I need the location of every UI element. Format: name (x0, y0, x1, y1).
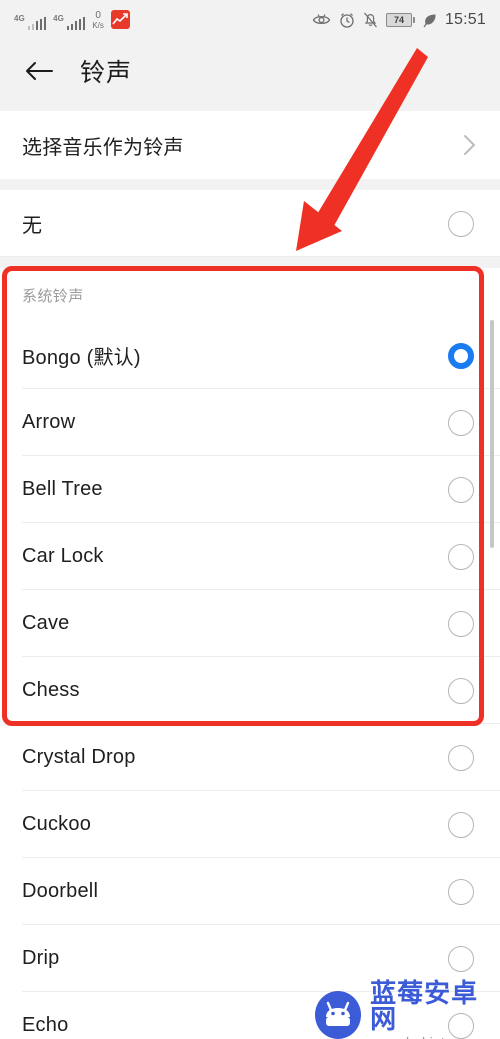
radio-ringtone-0[interactable] (448, 342, 474, 369)
phone-screen: 4G 4G 0 K/s 74 15:51 铃声 选择音乐作为铃声 无 系统铃声 … (0, 0, 500, 1039)
section-gap-system (0, 257, 500, 268)
section-gap-top (0, 102, 500, 111)
row-pick-music-label: 选择音乐作为铃声 (22, 136, 184, 159)
radio-ringtone-5[interactable] (448, 677, 474, 704)
ringtone-row-8[interactable]: Doorbell (0, 858, 500, 925)
network-speed-value: 0 (95, 10, 101, 21)
battery-icon: 74 (385, 13, 415, 27)
radio-ringtone-3[interactable] (448, 543, 474, 570)
ringtone-label-8: Doorbell (22, 880, 99, 902)
watermark-url: www.lmkjst.com (370, 1035, 500, 1039)
ringtone-label-2: Bell Tree (22, 478, 103, 500)
radio-ringtone-9[interactable] (448, 945, 474, 972)
ringtone-row-5[interactable]: Chess (0, 657, 500, 724)
section-header-system-ringtones: 系统铃声 (0, 268, 500, 322)
ringtone-label-0: Bongo (默认) (22, 347, 141, 369)
ringtone-row-1[interactable]: Arrow (0, 389, 500, 456)
radio-ringtone-7[interactable] (448, 811, 474, 838)
ringtone-row-0[interactable]: Bongo (默认) (0, 322, 500, 389)
signal-bars-sim1 (27, 17, 47, 30)
battery-percent-label: 74 (393, 14, 404, 25)
alarm-icon (339, 12, 355, 28)
network-type-label-sim2: 4G (53, 14, 64, 23)
site-watermark: 蓝莓安卓网 www.lmkjst.com (315, 980, 500, 1039)
ringtone-label-7: Cuckoo (22, 813, 92, 835)
status-bar-right: 74 15:51 (312, 11, 486, 29)
app-bar: 铃声 (0, 40, 500, 102)
eye-icon (312, 13, 331, 27)
status-bar: 4G 4G 0 K/s 74 15:51 (0, 0, 500, 40)
ringtone-row-7[interactable]: Cuckoo (0, 791, 500, 858)
section-gap-middle (0, 179, 500, 190)
ringtone-row-6[interactable]: Crystal Drop (0, 724, 500, 791)
bell-muted-icon (363, 12, 378, 28)
ringtone-label-4: Cave (22, 612, 70, 634)
status-bar-left: 4G 4G 0 K/s (14, 10, 130, 30)
ringtone-label-9: Drip (22, 947, 60, 969)
radio-ringtone-2[interactable] (448, 476, 474, 503)
radio-none[interactable] (448, 210, 474, 237)
ringtone-row-4[interactable]: Cave (0, 590, 500, 657)
ringtone-label-5: Chess (22, 679, 80, 701)
radio-ringtone-8[interactable] (448, 878, 474, 905)
back-arrow-icon[interactable] (22, 54, 56, 88)
radio-ringtone-1[interactable] (448, 409, 474, 436)
chevron-right-icon (463, 134, 476, 156)
row-none[interactable]: 无 (0, 190, 500, 257)
vertical-scrollbar[interactable] (490, 320, 494, 548)
ringtone-list[interactable]: 选择音乐作为铃声 无 系统铃声 Bongo (默认) Arrow Bell Tr… (0, 102, 500, 1039)
watermark-site-name: 蓝莓安卓网 (370, 978, 479, 1034)
ringtone-row-2[interactable]: Bell Tree (0, 456, 500, 523)
android-robot-icon (315, 990, 362, 1039)
signal-bars-sim2 (66, 17, 86, 30)
system-ringtone-rows: Bongo (默认) Arrow Bell Tree Car Lock Cave… (0, 322, 500, 1039)
network-type-label-sim1: 4G (14, 14, 25, 23)
signal-icon-sim1: 4G (14, 14, 47, 30)
ringtone-label-6: Crystal Drop (22, 746, 136, 768)
radio-ringtone-4[interactable] (448, 610, 474, 637)
row-none-label: 无 (22, 215, 43, 237)
clock-label: 15:51 (444, 11, 486, 28)
ringtone-label-3: Car Lock (22, 545, 104, 567)
radio-ringtone-6[interactable] (448, 744, 474, 771)
row-pick-music[interactable]: 选择音乐作为铃声 (0, 111, 500, 179)
ringtone-label-1: Arrow (22, 411, 76, 433)
stock-app-icon (110, 10, 130, 29)
ringtone-row-3[interactable]: Car Lock (0, 523, 500, 590)
page-title: 铃声 (80, 59, 133, 87)
signal-icon-sim2: 4G (53, 14, 86, 30)
network-speed-unit: K/s (92, 21, 104, 30)
leaf-icon (423, 13, 437, 28)
network-speed-indicator: 0 K/s (92, 11, 104, 30)
ringtone-label-10: Echo (22, 1014, 69, 1036)
watermark-text: 蓝莓安卓网 www.lmkjst.com (370, 980, 500, 1039)
